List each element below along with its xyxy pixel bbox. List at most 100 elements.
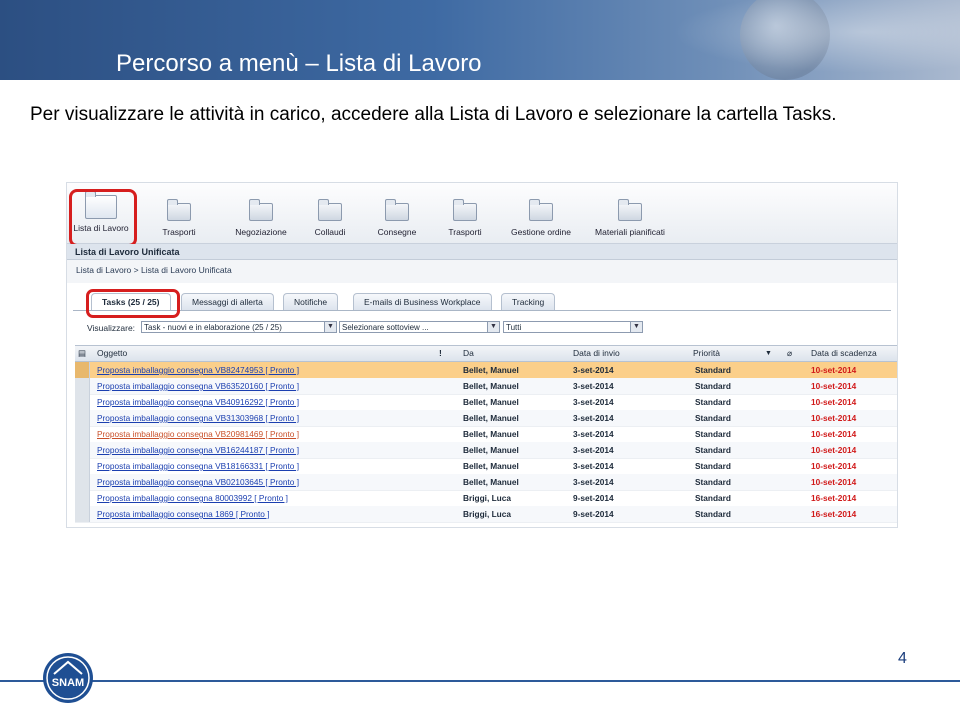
snam-logo: SNAM xyxy=(43,653,93,703)
task-subject-link[interactable]: Proposta imballaggio consegna VB82474953… xyxy=(97,362,299,378)
row-selector[interactable] xyxy=(75,442,90,458)
folder-icon xyxy=(385,199,409,221)
task-filter-select[interactable]: Task - nuovi e in elaborazione (25 / 25)… xyxy=(141,321,337,333)
table-row[interactable]: Proposta imballaggio consegna VB82474953… xyxy=(75,362,897,379)
tab-emails-business-workplace[interactable]: E-mails di Business Workplace xyxy=(353,293,492,310)
task-priority: Standard xyxy=(695,461,731,471)
task-subject-link[interactable]: Proposta imballaggio consegna 80003992 [… xyxy=(97,490,288,506)
table-row[interactable]: Proposta imballaggio consegna VB31303968… xyxy=(75,410,897,427)
filter-label: Visualizzare: xyxy=(87,323,136,333)
task-due-date: 10-set-2014 xyxy=(811,477,857,487)
task-due-date: 10-set-2014 xyxy=(811,445,857,455)
task-sent-date: 3-set-2014 xyxy=(573,397,614,407)
task-subject-link[interactable]: Proposta imballaggio consegna VB02103645… xyxy=(97,474,299,490)
task-subject-link[interactable]: Proposta imballaggio consegna VB16244187… xyxy=(97,442,299,458)
toolbar-item-trasporti[interactable]: Trasporti xyxy=(149,191,209,239)
table-header: ▤ Oggetto ! Da Data di invio Priorità ▼ … xyxy=(75,345,897,362)
toolbar-item-label: Consegne xyxy=(377,227,417,237)
table-row[interactable]: Proposta imballaggio consegna VB20981469… xyxy=(75,426,897,443)
task-sent-date: 3-set-2014 xyxy=(573,381,614,391)
table-row[interactable]: Proposta imballaggio consegna VB63520160… xyxy=(75,378,897,395)
toolbar-item-materiali-pianificati[interactable]: Materiali pianificati xyxy=(589,191,671,239)
task-sender: Bellet, Manuel xyxy=(463,381,519,391)
column-header-oggetto[interactable]: Oggetto xyxy=(97,346,127,361)
folder-icon xyxy=(529,199,553,221)
task-priority: Standard xyxy=(695,493,731,503)
table-row[interactable]: Proposta imballaggio consegna VB02103645… xyxy=(75,474,897,491)
task-priority: Standard xyxy=(695,445,731,455)
slide-title: Percorso a menù – Lista di Lavoro xyxy=(116,50,482,77)
task-subject-link[interactable]: Proposta imballaggio consegna VB31303968… xyxy=(97,410,299,426)
task-sent-date: 3-set-2014 xyxy=(573,477,614,487)
select-value: Tutti xyxy=(506,323,522,332)
task-priority: Standard xyxy=(695,365,731,375)
toolbar-item-label: Trasporti xyxy=(162,227,196,237)
task-subject-link[interactable]: Proposta imballaggio consegna VB63520160… xyxy=(97,378,299,394)
folder-icon xyxy=(453,199,477,221)
task-sent-date: 3-set-2014 xyxy=(573,365,614,375)
toolbar-item-label: Collaudi xyxy=(314,227,346,237)
row-selector[interactable] xyxy=(75,426,90,442)
instruction-text: Per visualizzare le attività in carico, … xyxy=(30,104,837,125)
task-due-date: 16-set-2014 xyxy=(811,493,857,503)
table-row[interactable]: Proposta imballaggio consegna VB18166331… xyxy=(75,458,897,475)
row-selector[interactable] xyxy=(75,378,90,394)
tab-messaggi-di-allerta[interactable]: Messaggi di allerta xyxy=(181,293,274,310)
task-subject-link[interactable]: Proposta imballaggio consegna VB20981469… xyxy=(97,426,299,442)
chevron-down-icon[interactable]: ▼ xyxy=(324,322,336,332)
row-selector[interactable] xyxy=(75,362,90,378)
toolbar-item-negoziazione[interactable]: Negoziazione xyxy=(221,191,301,239)
column-header-importance[interactable]: ! xyxy=(439,346,442,361)
task-subject-link[interactable]: Proposta imballaggio consegna 1869 [ Pro… xyxy=(97,506,270,522)
folder-icon xyxy=(167,199,191,221)
row-selector[interactable] xyxy=(75,458,90,474)
task-due-date: 10-set-2014 xyxy=(811,429,857,439)
column-header-data-di-scadenza[interactable]: Data di scadenza xyxy=(811,346,877,361)
tab-tracking[interactable]: Tracking xyxy=(501,293,556,310)
task-priority: Standard xyxy=(695,509,731,519)
row-selector[interactable] xyxy=(75,410,90,426)
chevron-down-icon[interactable]: ▼ xyxy=(487,322,499,332)
table-row[interactable]: Proposta imballaggio consegna 1869 [ Pro… xyxy=(75,506,897,523)
task-sent-date: 3-set-2014 xyxy=(573,429,614,439)
worklist-toolbar: Lista di Lavoro Trasporti Negoziazione C… xyxy=(67,183,897,247)
row-selector[interactable] xyxy=(75,506,90,522)
task-subject-link[interactable]: Proposta imballaggio consegna VB40916292… xyxy=(97,394,299,410)
row-selector[interactable] xyxy=(75,474,90,490)
attachment-icon: ⌀ xyxy=(787,348,793,358)
task-due-date: 10-set-2014 xyxy=(811,381,857,391)
subview-select[interactable]: Selezionare sottoview ... ▼ xyxy=(339,321,500,333)
logo-text: SNAM xyxy=(52,677,84,689)
column-header-data-di-invio[interactable]: Data di invio xyxy=(573,346,620,361)
chevron-down-icon[interactable]: ▼ xyxy=(630,322,642,332)
toolbar-item-gestione-ordine[interactable]: Gestione ordine xyxy=(505,191,577,239)
task-sender: Bellet, Manuel xyxy=(463,445,519,455)
task-due-date: 10-set-2014 xyxy=(811,365,857,375)
task-sender: Bellet, Manuel xyxy=(463,461,519,471)
folder-icon xyxy=(249,199,273,221)
breadcrumb[interactable]: Lista di Lavoro > Lista di Lavoro Unific… xyxy=(76,265,232,275)
highlight-ring xyxy=(86,289,180,318)
tabs-area: Tasks (25 / 25) Messaggi di allerta Noti… xyxy=(67,283,897,527)
banner-shade xyxy=(640,0,960,80)
toolbar-item-collaudi[interactable]: Collaudi xyxy=(299,191,361,239)
column-header-da[interactable]: Da xyxy=(463,346,474,361)
row-selector[interactable] xyxy=(75,394,90,410)
table-settings-icon[interactable]: ▤ xyxy=(78,346,86,361)
column-header-priorita[interactable]: Priorità xyxy=(693,346,720,361)
toolbar-item-consegne[interactable]: Consegne xyxy=(365,191,429,239)
table-row[interactable]: Proposta imballaggio consegna VB16244187… xyxy=(75,442,897,459)
task-sender: Bellet, Manuel xyxy=(463,429,519,439)
task-subject-link[interactable]: Proposta imballaggio consegna VB18166331… xyxy=(97,458,299,474)
toolbar-item-label: Trasporti xyxy=(448,227,482,237)
row-selector[interactable] xyxy=(75,490,90,506)
task-due-date: 10-set-2014 xyxy=(811,397,857,407)
table-row[interactable]: Proposta imballaggio consegna VB40916292… xyxy=(75,394,897,411)
sort-down-icon[interactable]: ▼ xyxy=(765,346,772,361)
table-row[interactable]: Proposta imballaggio consegna 80003992 [… xyxy=(75,490,897,507)
pane-title: Lista di Lavoro Unificata xyxy=(67,244,897,260)
footer-divider xyxy=(0,680,960,682)
scope-select[interactable]: Tutti ▼ xyxy=(503,321,643,333)
tab-notifiche[interactable]: Notifiche xyxy=(283,293,339,310)
toolbar-item-trasporti-2[interactable]: Trasporti xyxy=(435,191,495,239)
